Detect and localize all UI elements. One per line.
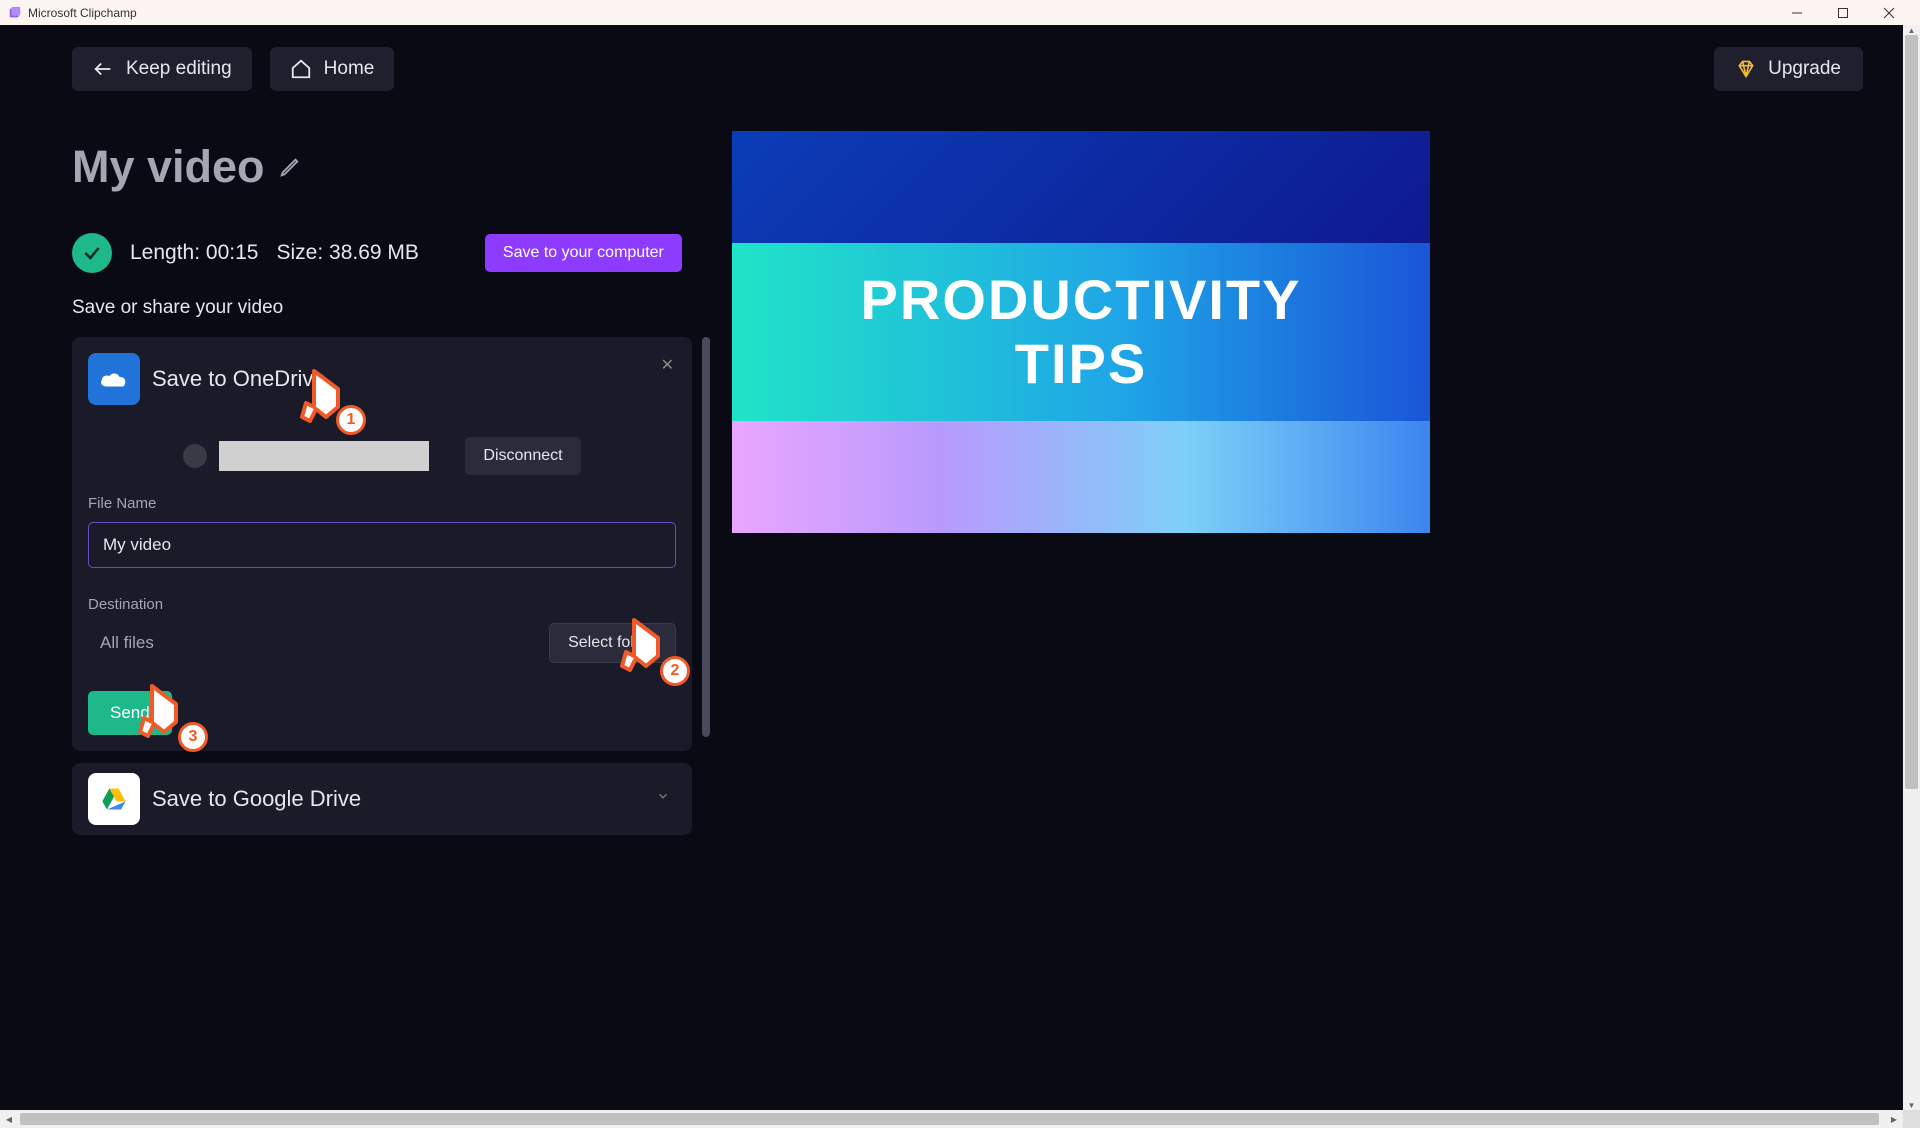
home-icon <box>290 58 312 80</box>
destination-label: Destination <box>88 596 676 613</box>
length-text: Length: 00:15 <box>130 241 258 265</box>
status-row: Length: 00:15 Size: 38.69 MB Save to you… <box>72 233 692 273</box>
send-button[interactable]: Send <box>88 691 172 735</box>
maximize-button[interactable] <box>1820 0 1866 25</box>
video-preview: PRODUCTIVITY TIPS <box>732 131 1430 533</box>
home-label: Home <box>324 58 375 80</box>
horizontal-scrollbar[interactable]: ◀ ▶ <box>0 1110 1903 1128</box>
close-button[interactable] <box>1866 0 1912 25</box>
size-text: Size: 38.69 MB <box>276 241 418 265</box>
avatar <box>183 444 207 468</box>
video-title-row: My video <box>72 141 692 193</box>
gdrive-card[interactable]: Save to Google Drive <box>72 763 692 835</box>
account-row: Disconnect <box>88 437 676 475</box>
file-name-label: File Name <box>88 495 676 512</box>
keep-editing-label: Keep editing <box>126 58 232 80</box>
chevron-down-icon <box>656 789 670 808</box>
onedrive-icon <box>88 353 140 405</box>
save-to-computer-button[interactable]: Save to your computer <box>485 234 682 272</box>
app-body: Keep editing Home Upgrade My video <box>0 25 1920 1110</box>
account-name-redacted <box>219 441 429 471</box>
keep-editing-button[interactable]: Keep editing <box>72 47 252 91</box>
panel-scrollbar[interactable] <box>702 337 710 737</box>
arrow-left-icon <box>92 58 114 80</box>
diamond-icon <box>1736 59 1756 79</box>
titlebar: Microsoft Clipchamp <box>0 0 1920 25</box>
check-circle-icon <box>72 233 112 273</box>
scrollbar-corner <box>1903 1110 1920 1128</box>
app-icon <box>8 6 22 20</box>
pencil-icon[interactable] <box>279 156 301 178</box>
upgrade-label: Upgrade <box>1768 58 1841 80</box>
gdrive-title: Save to Google Drive <box>152 786 361 812</box>
select-folder-button[interactable]: Select folder <box>549 623 676 663</box>
save-share-heading: Save or share your video <box>72 297 692 319</box>
destination-value: All files <box>88 633 154 653</box>
vertical-scrollbar[interactable]: ▲ ▼ <box>1903 25 1920 1110</box>
onedrive-title: Save to OneDrive <box>152 366 326 392</box>
preview-text: PRODUCTIVITY TIPS <box>861 268 1302 397</box>
window-controls <box>1774 0 1912 25</box>
google-drive-icon <box>88 773 140 825</box>
close-icon[interactable]: ✕ <box>661 355 674 375</box>
app-title: Microsoft Clipchamp <box>28 6 137 20</box>
minimize-button[interactable] <box>1774 0 1820 25</box>
disconnect-button[interactable]: Disconnect <box>465 437 580 475</box>
onedrive-card: Save to OneDrive ✕ Disconnect File Name <box>72 337 692 751</box>
video-title: My video <box>72 141 265 193</box>
topbar: Keep editing Home Upgrade <box>0 25 1903 91</box>
upgrade-button[interactable]: Upgrade <box>1714 47 1863 91</box>
home-button[interactable]: Home <box>270 47 395 91</box>
file-name-input[interactable] <box>88 522 676 568</box>
